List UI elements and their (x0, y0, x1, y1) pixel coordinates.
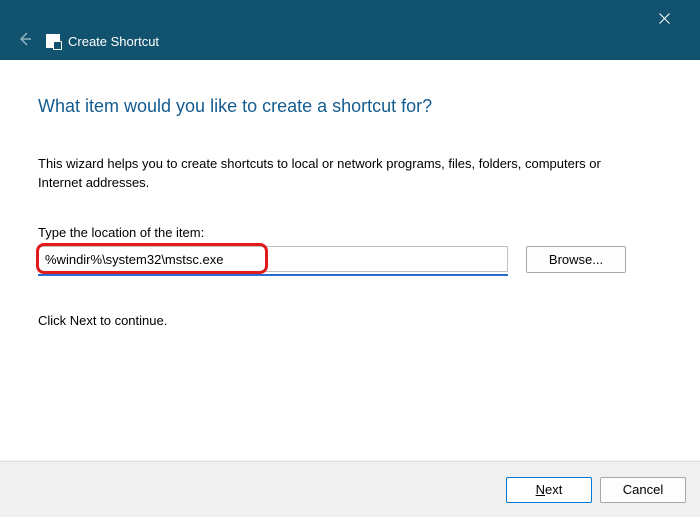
next-button[interactable]: Next (506, 477, 592, 503)
close-icon (659, 13, 670, 24)
location-input-wrap (38, 246, 508, 272)
wizard-content: What item would you like to create a sho… (0, 60, 700, 338)
location-label: Type the location of the item: (38, 225, 662, 240)
location-input[interactable] (38, 246, 508, 272)
browse-button[interactable]: Browse... (526, 246, 626, 273)
location-row: Browse... (38, 246, 662, 273)
page-description: This wizard helps you to create shortcut… (38, 155, 618, 193)
continue-hint: Click Next to continue. (38, 313, 662, 328)
close-button[interactable] (642, 4, 686, 32)
back-arrow-icon (17, 31, 33, 47)
page-heading: What item would you like to create a sho… (38, 96, 662, 117)
back-button (12, 26, 38, 52)
shortcut-wizard-icon (46, 34, 60, 48)
next-suffix: ext (545, 482, 562, 497)
cancel-button[interactable]: Cancel (600, 477, 686, 503)
window-title: Create Shortcut (68, 34, 159, 49)
titlebar: Create Shortcut (0, 0, 700, 60)
wizard-footer: Next Cancel (0, 461, 700, 517)
focus-underline (38, 274, 508, 276)
next-mnemonic: N (536, 482, 545, 497)
